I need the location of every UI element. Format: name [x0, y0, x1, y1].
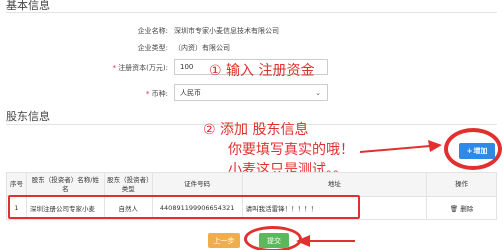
- col-action: 操作: [426, 172, 497, 197]
- trash-icon: 🗑: [449, 205, 459, 213]
- cell-action[interactable]: 🗑 删除: [426, 196, 497, 220]
- prev-step-button[interactable]: 上一步: [208, 233, 240, 248]
- col-type: 股东（投资者）类型: [103, 172, 153, 197]
- col-index: 序号: [6, 172, 27, 197]
- shareholder-row-highlight: [8, 195, 360, 219]
- add-shareholder-button[interactable]: + 增加: [459, 143, 495, 159]
- col-name: 股东（投资者）名称/姓名: [25, 172, 105, 197]
- col-id-number: 证件号码: [151, 172, 243, 197]
- table-header-row: 序号 股东（投资者）名称/姓名 股东（投资者）类型 证件号码 地址 操作: [6, 172, 497, 197]
- add-button-label: 增加: [473, 147, 488, 155]
- col-address: 地址: [241, 172, 428, 197]
- plus-icon: +: [466, 147, 473, 155]
- delete-link[interactable]: 删除: [460, 205, 473, 213]
- submit-button[interactable]: 提交: [259, 233, 289, 248]
